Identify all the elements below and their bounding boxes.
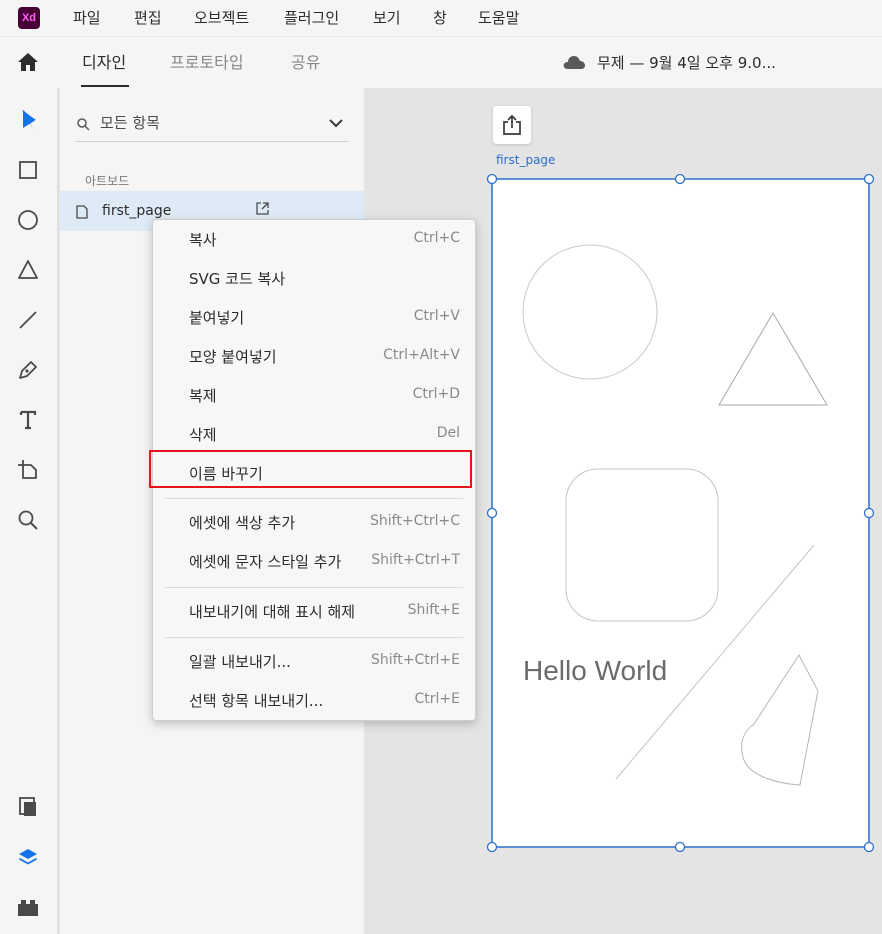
menu-edit[interactable]: 편집 bbox=[134, 0, 162, 36]
menu-file[interactable]: 파일 bbox=[73, 0, 101, 36]
rectangle-tool-icon[interactable] bbox=[16, 158, 40, 182]
artboard-tool-icon[interactable] bbox=[16, 458, 40, 482]
cloud-icon bbox=[563, 56, 585, 69]
menu-item-shortcut: Ctrl+D bbox=[412, 386, 460, 402]
chevron-down-icon[interactable] bbox=[328, 115, 344, 131]
tab-prototype[interactable]: 프로토타입 bbox=[170, 37, 244, 89]
menu-item-rename[interactable]: 이름 바꾸기 bbox=[153, 454, 475, 493]
mark-for-export-icon[interactable] bbox=[255, 201, 270, 216]
menu-item-label: 에셋에 문자 스타일 추가 bbox=[189, 553, 342, 571]
text-tool-icon[interactable] bbox=[16, 408, 40, 432]
line-tool-icon[interactable] bbox=[16, 308, 40, 332]
artboard-first-page[interactable] bbox=[492, 179, 869, 847]
menu-item-delete[interactable]: 삭제 Del bbox=[153, 415, 475, 454]
artboard-doc-icon bbox=[76, 205, 88, 219]
menu-item-shortcut: Del bbox=[436, 425, 460, 441]
artboard-title[interactable]: first_page bbox=[496, 153, 555, 167]
polygon-tool-icon[interactable] bbox=[16, 258, 40, 282]
menu-item-label: 선택 항목 내보내기... bbox=[189, 692, 324, 710]
menu-item-copy[interactable]: 복사 Ctrl+C bbox=[153, 220, 475, 259]
menu-item-paste[interactable]: 붙여넣기 Ctrl+V bbox=[153, 298, 475, 337]
menu-item-shortcut: Shift+Ctrl+C bbox=[370, 513, 460, 529]
menu-help[interactable]: 도움말 bbox=[478, 0, 519, 36]
menu-item-label: 내보내기에 대해 표시 해제 bbox=[189, 603, 356, 621]
menu-item-label: 이름 바꾸기 bbox=[189, 465, 263, 483]
menu-separator bbox=[165, 587, 463, 588]
layers-filter-label: 모든 항목 bbox=[100, 114, 160, 132]
tab-design[interactable]: 디자인 bbox=[82, 37, 126, 89]
layers-panel-icon[interactable] bbox=[16, 845, 40, 869]
section-label-artboards: 아트보드 bbox=[85, 174, 130, 188]
menu-item-label: 에셋에 색상 추가 bbox=[189, 514, 296, 532]
artboard-shapes bbox=[522, 244, 828, 786]
shape-path[interactable] bbox=[741, 654, 819, 786]
search-icon bbox=[77, 118, 90, 131]
menu-item-unmark-for-export[interactable]: 내보내기에 대해 표시 해제 Shift+E bbox=[153, 592, 475, 631]
menu-item-label: 복제 bbox=[189, 387, 217, 405]
menu-item-export-selected[interactable]: 선택 항목 내보내기... Ctrl+E bbox=[153, 681, 475, 720]
menu-item-shortcut: Shift+Ctrl+E bbox=[370, 652, 460, 668]
active-tab-indicator bbox=[81, 85, 129, 87]
menu-item-paste-appearance[interactable]: 모양 붙여넣기 Ctrl+Alt+V bbox=[153, 337, 475, 376]
menu-item-shortcut: Ctrl+V bbox=[413, 308, 460, 324]
menu-item-shortcut: Shift+E bbox=[407, 602, 460, 618]
menu-item-label: SVG 코드 복사 bbox=[189, 270, 286, 288]
shape-circle[interactable] bbox=[522, 244, 658, 380]
menu-item-add-char-style-to-assets[interactable]: 에셋에 문자 스타일 추가 Shift+Ctrl+T bbox=[153, 542, 475, 581]
menu-object[interactable]: 오브젝트 bbox=[194, 0, 249, 36]
menu-item-shortcut: Shift+Ctrl+T bbox=[371, 552, 460, 568]
menu-item-duplicate[interactable]: 복제 Ctrl+D bbox=[153, 376, 475, 415]
assets-panel-icon[interactable] bbox=[16, 795, 40, 819]
menu-item-add-color-to-assets[interactable]: 에셋에 색상 추가 Shift+Ctrl+C bbox=[153, 503, 475, 542]
menu-item-batch-export[interactable]: 일괄 내보내기... Shift+Ctrl+E bbox=[153, 642, 475, 681]
menu-item-shortcut: Ctrl+E bbox=[414, 691, 461, 707]
share-icon bbox=[503, 114, 521, 135]
menu-view[interactable]: 보기 bbox=[373, 0, 401, 36]
share-export-button[interactable] bbox=[493, 106, 531, 144]
shape-rounded-rectangle[interactable] bbox=[565, 468, 719, 622]
zoom-tool-icon[interactable] bbox=[16, 508, 40, 532]
document-title[interactable]: 무제 — 9월 4일 오후 9.0... bbox=[597, 37, 776, 89]
text-layer-hello-world[interactable]: Hello World bbox=[523, 655, 667, 687]
mode-tab-bar: 디자인 프로토타입 공유 무제 — 9월 4일 오후 9.0... bbox=[0, 36, 882, 88]
menu-bar: Xd 파일 편집 오브젝트 플러그인 보기 창 도움말 bbox=[0, 0, 882, 36]
menu-item-label: 복사 bbox=[189, 231, 217, 249]
menu-separator bbox=[165, 498, 463, 499]
layer-name: first_page bbox=[102, 203, 172, 219]
menu-item-shortcut: Ctrl+C bbox=[413, 230, 460, 246]
shape-triangle[interactable] bbox=[718, 312, 828, 406]
pen-tool-icon[interactable] bbox=[16, 358, 40, 382]
menu-item-copy-svg-code[interactable]: SVG 코드 복사 bbox=[153, 259, 475, 298]
xd-logo-icon: Xd bbox=[18, 7, 40, 29]
ellipse-tool-icon[interactable] bbox=[16, 208, 40, 232]
layers-search[interactable]: 모든 항목 bbox=[76, 108, 348, 142]
tool-bar bbox=[0, 88, 58, 934]
menu-item-label: 모양 붙여넣기 bbox=[189, 348, 277, 366]
context-menu: 복사 Ctrl+C SVG 코드 복사 붙여넣기 Ctrl+V 모양 붙여넣기 … bbox=[152, 219, 476, 721]
menu-separator bbox=[165, 637, 463, 638]
select-tool-icon[interactable] bbox=[16, 108, 40, 132]
home-icon[interactable] bbox=[17, 51, 39, 73]
menu-plugins[interactable]: 플러그인 bbox=[284, 0, 339, 36]
menu-item-shortcut: Ctrl+Alt+V bbox=[383, 347, 460, 363]
menu-window[interactable]: 창 bbox=[433, 0, 447, 36]
menu-item-label: 일괄 내보내기... bbox=[189, 653, 291, 671]
tab-share[interactable]: 공유 bbox=[291, 37, 320, 89]
plugins-panel-icon[interactable] bbox=[16, 895, 40, 919]
menu-item-label: 붙여넣기 bbox=[189, 309, 245, 327]
menu-item-label: 삭제 bbox=[189, 426, 217, 444]
